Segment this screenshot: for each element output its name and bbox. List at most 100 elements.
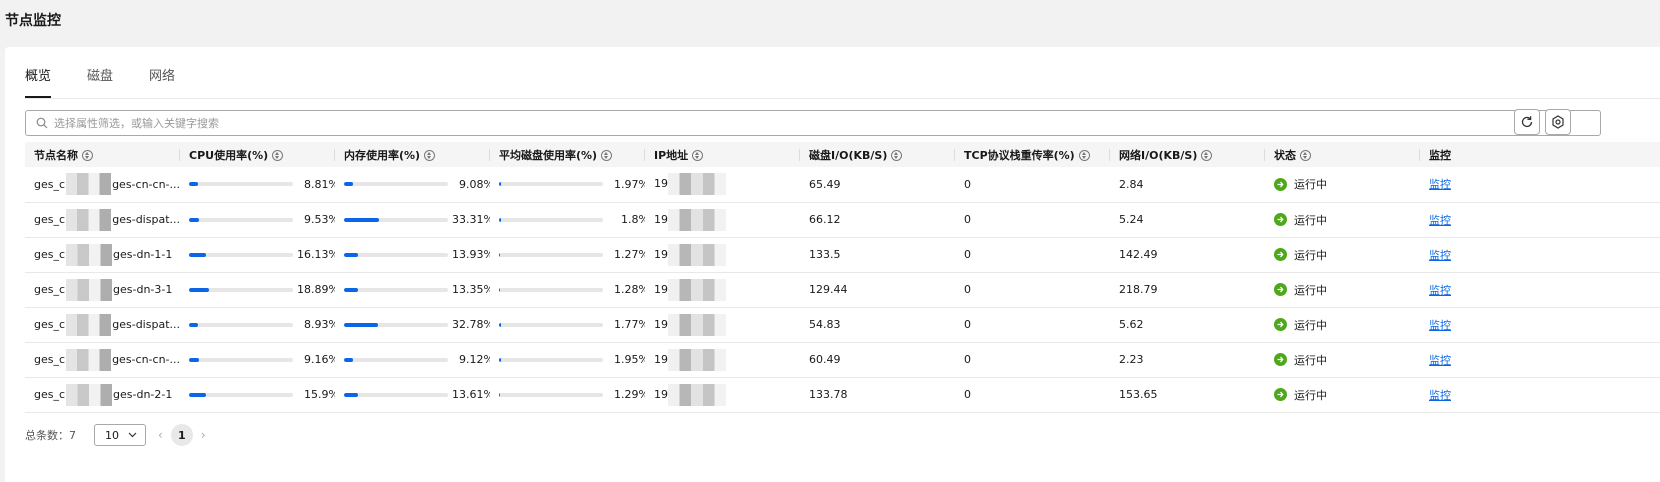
monitor-link[interactable]: 监控: [1429, 319, 1451, 332]
redacted-mosaic: [668, 278, 726, 301]
monitor-link[interactable]: 监控: [1429, 178, 1451, 191]
disk-cell: 1.97%: [490, 167, 645, 203]
ip-value: 19: [654, 282, 668, 296]
mem-bar-fill: [344, 287, 358, 292]
monitor-link[interactable]: 监控: [1429, 249, 1451, 262]
page-title: 节点监控: [5, 13, 61, 29]
tab-network[interactable]: 网络: [149, 70, 175, 98]
mem-cell: 9.12%: [335, 342, 490, 378]
node-name-cell: ges_c ges-dn-2-1: [25, 377, 180, 413]
monitor-link[interactable]: 监控: [1429, 284, 1451, 297]
tcp-retrans-cell: 0: [955, 237, 1110, 273]
page-number[interactable]: 1: [170, 424, 193, 446]
mem-cell: 13.61%: [335, 377, 490, 413]
mem-value: 13.93%: [452, 248, 490, 261]
col-header-memory[interactable]: 内存使用率(%): [335, 142, 490, 167]
mem-bar-fill: [344, 217, 379, 222]
node-name-suffix: ges-dn-3-1: [113, 283, 173, 296]
tab-overview[interactable]: 概览: [25, 70, 52, 98]
net-io-cell: 2.23: [1110, 342, 1265, 378]
monitor-link[interactable]: 监控: [1429, 354, 1451, 367]
net-io-cell: 218.79: [1110, 272, 1265, 308]
disk-bar-fill: [499, 322, 501, 327]
monitor-cell: 监控: [1420, 272, 1660, 308]
page-size-select[interactable]: 10: [94, 424, 146, 446]
prev-page-icon[interactable]: ‹: [158, 428, 163, 442]
disk-io-cell: 60.49: [800, 342, 955, 378]
mem-cell: 13.35%: [335, 272, 490, 308]
redacted-mosaic: [668, 348, 726, 371]
cpu-value: 9.16%: [304, 353, 335, 366]
mem-bar: [344, 252, 448, 257]
disk-cell: 1.95%: [490, 342, 645, 378]
cpu-cell: 16.13%: [180, 237, 335, 273]
mem-value: 33.31%: [452, 213, 490, 226]
sort-icon[interactable]: [82, 149, 93, 161]
main-panel: 概览 磁盘 网络 节点名称 CPU使用率(%): [5, 47, 1660, 482]
disk-bar-fill: [499, 217, 501, 222]
col-header-tcp-retrans[interactable]: TCP协议栈重传率(%): [955, 142, 1110, 167]
cpu-bar: [189, 357, 293, 362]
disk-value: 1.8%: [621, 213, 645, 226]
ip-value: 19: [654, 387, 668, 401]
mem-bar-fill: [344, 182, 354, 187]
col-header-ip[interactable]: IP地址: [645, 142, 800, 167]
col-header-name[interactable]: 节点名称: [25, 142, 180, 167]
chevron-down-icon: [128, 432, 137, 438]
redacted-mosaic: [66, 208, 112, 231]
disk-bar: [499, 322, 603, 327]
redacted-mosaic: [668, 243, 726, 266]
search-input[interactable]: [54, 116, 1554, 130]
col-header-disk-usage[interactable]: 平均磁盘使用率(%): [490, 142, 645, 167]
cpu-bar-fill: [189, 182, 199, 187]
cpu-value: 18.89%: [297, 283, 335, 296]
disk-cell: 1.29%: [490, 377, 645, 413]
cpu-bar-fill: [189, 287, 209, 292]
settings-button[interactable]: [1545, 109, 1571, 135]
table-header-row: 节点名称 CPU使用率(%) 内存使用率(%) 平均磁盘使用率(%) IP地址 …: [25, 142, 1660, 167]
col-header-cpu[interactable]: CPU使用率(%): [180, 142, 335, 167]
sort-icon[interactable]: [1078, 149, 1090, 161]
cpu-cell: 8.93%: [180, 307, 335, 343]
sort-icon[interactable]: [601, 149, 613, 161]
sort-icon[interactable]: [692, 149, 704, 161]
monitor-link[interactable]: 监控: [1429, 214, 1451, 227]
status-cell: 运行中: [1265, 167, 1420, 203]
sort-icon[interactable]: [891, 149, 903, 161]
redacted-mosaic: [66, 278, 113, 301]
node-name-prefix: ges_c: [34, 213, 66, 226]
monitor-cell: 监控: [1420, 202, 1660, 238]
disk-value: 1.95%: [614, 353, 645, 366]
disk-io-cell: 133.78: [800, 377, 955, 413]
node-name-suffix: ges-dispat...: [112, 318, 180, 331]
status-cell: 运行中: [1265, 202, 1420, 238]
refresh-button[interactable]: [1514, 109, 1540, 135]
table-row: ges_c ges-dispat... 8.93% 32.78% 1.77% 1…: [25, 307, 1660, 343]
search-box[interactable]: [25, 110, 1601, 136]
col-header-disk-io[interactable]: 磁盘I/O(KB/S): [800, 142, 955, 167]
sort-icon[interactable]: [272, 149, 284, 161]
col-header-status[interactable]: 状态: [1265, 142, 1420, 167]
tab-disk[interactable]: 磁盘: [87, 70, 113, 98]
ip-value: 19: [654, 247, 668, 261]
disk-cell: 1.28%: [490, 272, 645, 308]
next-page-icon[interactable]: ›: [201, 428, 206, 442]
node-name-suffix: ges-dn-1-1: [113, 248, 173, 261]
sort-icon[interactable]: [1201, 149, 1213, 161]
node-name-prefix: ges_c: [34, 177, 66, 191]
status-text: 运行中: [1294, 213, 1327, 227]
status-running-icon: [1274, 283, 1287, 296]
monitor-link[interactable]: 监控: [1429, 389, 1451, 402]
table-row: ges_c ges-dn-3-1 18.89% 13.35% 1.28% 19 …: [25, 272, 1660, 308]
disk-io-cell: 65.49: [800, 167, 955, 203]
tcp-retrans-cell: 0: [955, 342, 1110, 378]
node-name-prefix: ges_c: [34, 388, 66, 401]
mem-value: 9.08%: [459, 177, 490, 191]
sort-icon[interactable]: [424, 149, 436, 161]
disk-io-cell: 133.5: [800, 237, 955, 273]
cpu-bar: [189, 182, 293, 187]
node-name-prefix: ges_c: [34, 353, 66, 366]
sort-icon[interactable]: [1300, 149, 1311, 161]
refresh-icon: [1521, 116, 1533, 128]
col-header-net-io[interactable]: 网络I/O(KB/S): [1110, 142, 1265, 167]
